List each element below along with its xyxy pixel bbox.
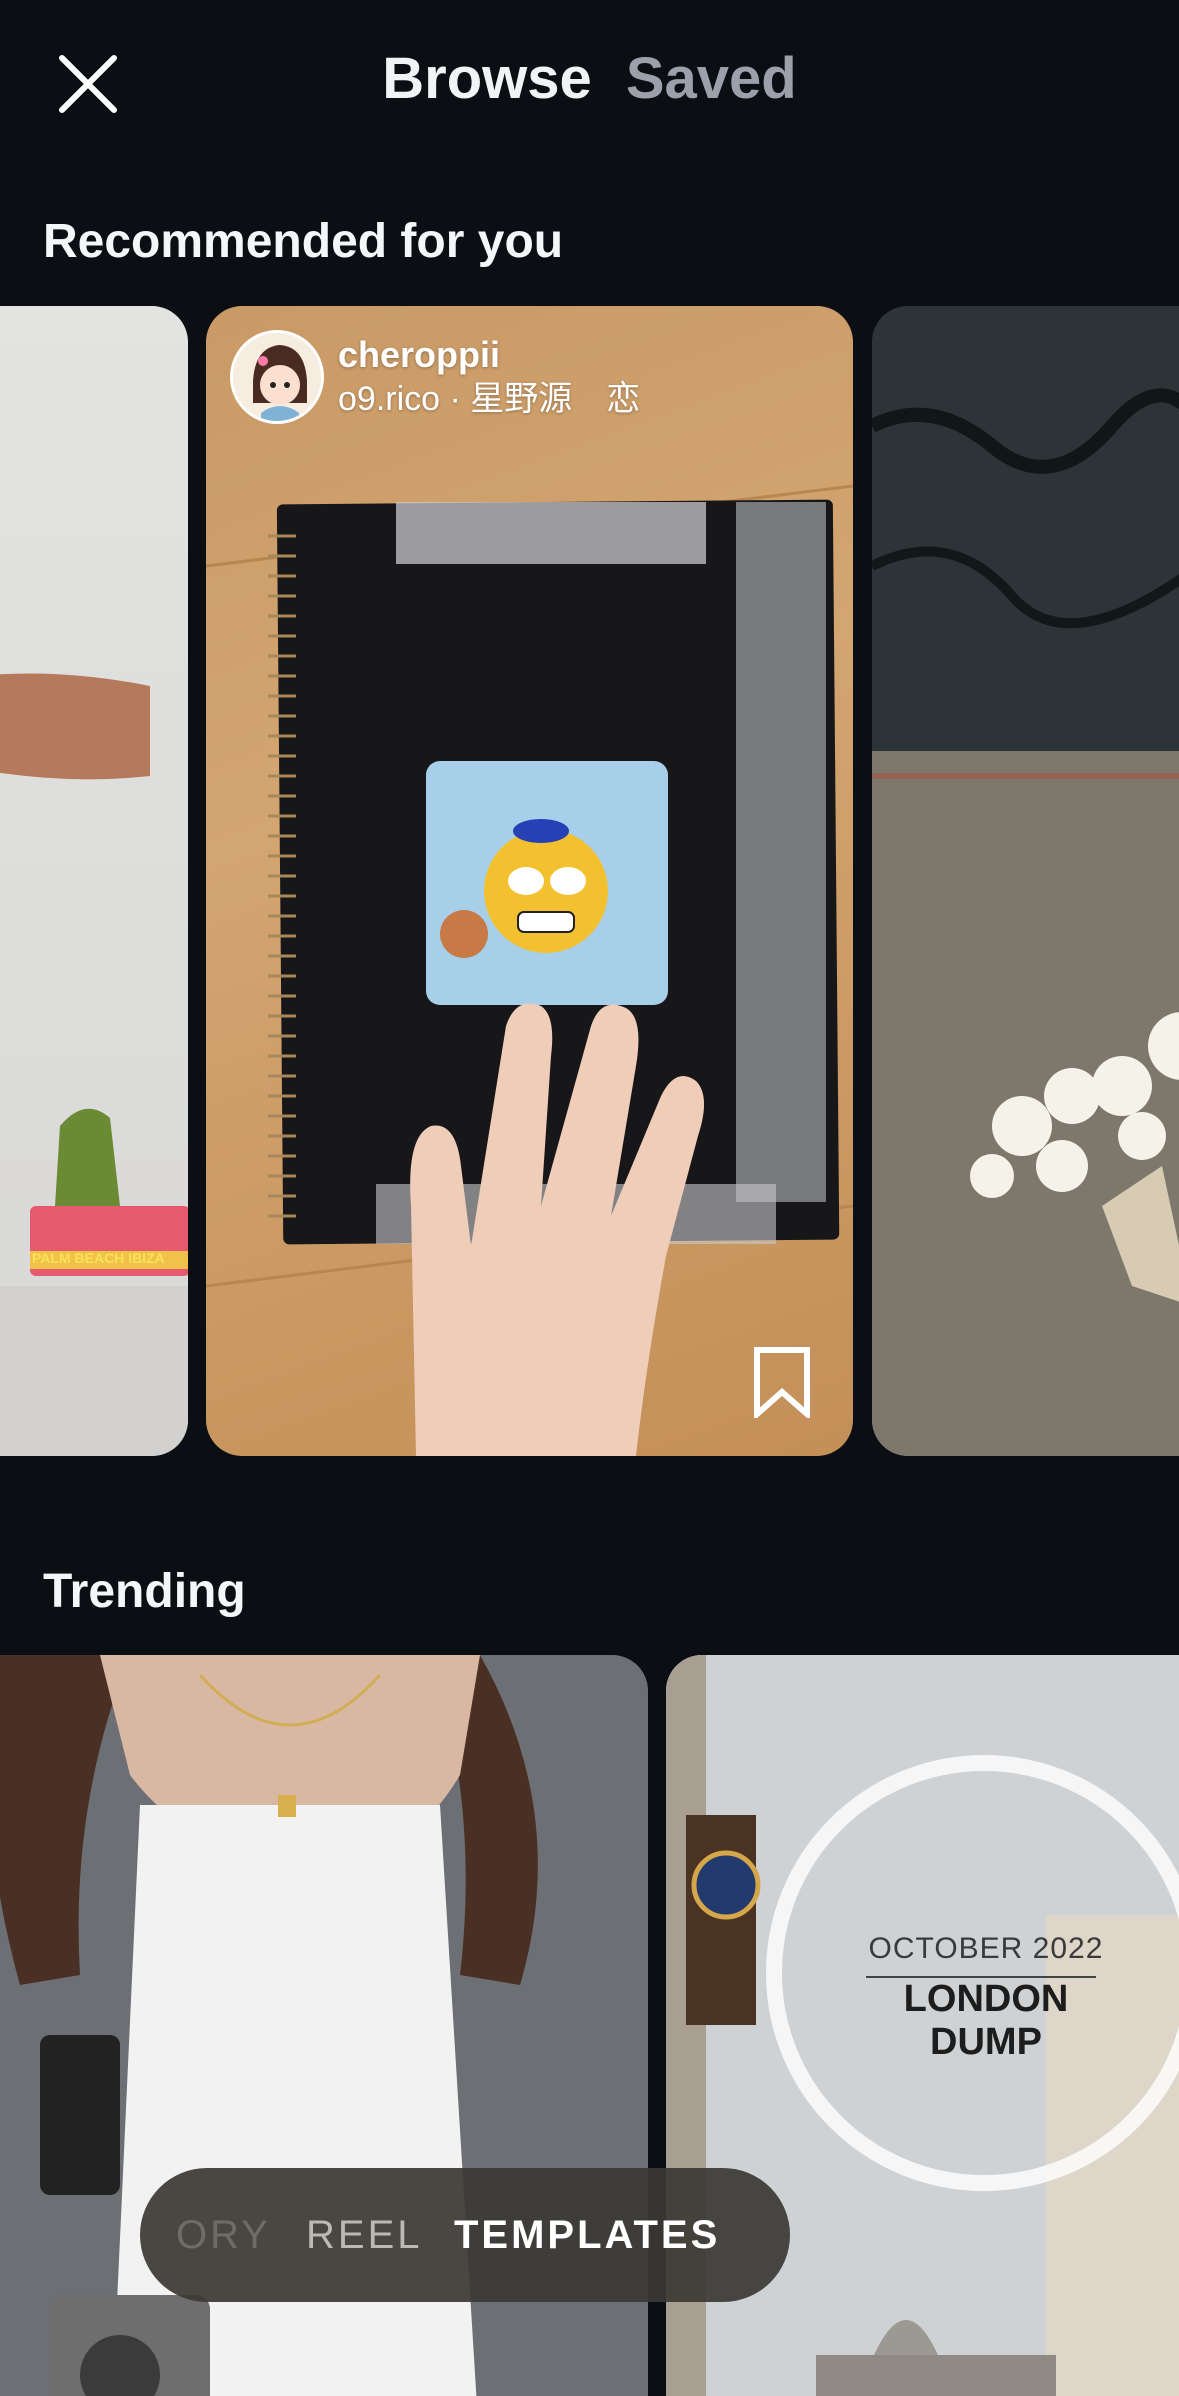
audio-attribution[interactable]: o9.rico · 星野源 恋	[338, 377, 640, 421]
header-tabs: Browse Saved	[0, 38, 1179, 120]
tab-saved[interactable]: Saved	[626, 38, 797, 120]
mode-reel[interactable]: REEL	[306, 2213, 423, 2258]
notebook-photo	[206, 484, 853, 1456]
template-overlay-title: LONDON DUMP	[903, 1978, 1069, 2063]
creator-info[interactable]: cheroppii o9.rico · 星野源 恋	[230, 330, 640, 424]
recommended-card-previous[interactable]: PALM BEACH IBIZA	[0, 306, 188, 1456]
riverside-flowers-photo	[872, 306, 1179, 1456]
tab-browse[interactable]: Browse	[382, 38, 592, 120]
templates-browse-screen: Browse Saved Recommended for you PALM BE…	[0, 0, 1179, 2396]
save-button[interactable]	[751, 1346, 813, 1421]
recommended-card-featured[interactable]: cheroppii o9.rico · 星野源 恋	[206, 306, 853, 1456]
mode-templates[interactable]: TEMPLATES	[454, 2213, 720, 2258]
recommended-card-next[interactable]	[872, 306, 1179, 1456]
book-cover-text: PALM BEACH IBIZA	[32, 1250, 165, 1266]
trending-section-title: Trending	[43, 1565, 246, 1618]
creator-username[interactable]: cheroppii	[338, 333, 640, 377]
recommended-section-title: Recommended for you	[43, 215, 564, 268]
mode-story[interactable]: ORY	[176, 2213, 271, 2258]
camera-mode-switcher: ORY REEL TEMPLATES	[140, 2168, 790, 2302]
avatar[interactable]	[230, 330, 324, 424]
bookmark-icon	[754, 1347, 810, 1421]
avatar-illustration	[233, 333, 321, 421]
room-photo	[0, 673, 188, 1456]
creator-text: cheroppii o9.rico · 星野源 恋	[338, 333, 640, 421]
template-overlay-date: OCTOBER 2022	[868, 1932, 1104, 1965]
